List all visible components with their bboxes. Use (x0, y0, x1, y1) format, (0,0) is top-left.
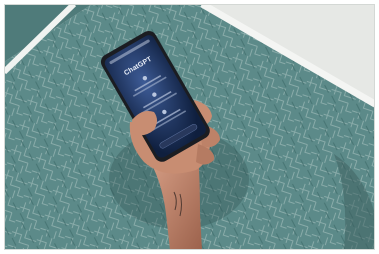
photo-frame: ChatGPT (0, 0, 379, 254)
photo-scene: ChatGPT (4, 4, 375, 250)
photo: ChatGPT (4, 4, 375, 250)
